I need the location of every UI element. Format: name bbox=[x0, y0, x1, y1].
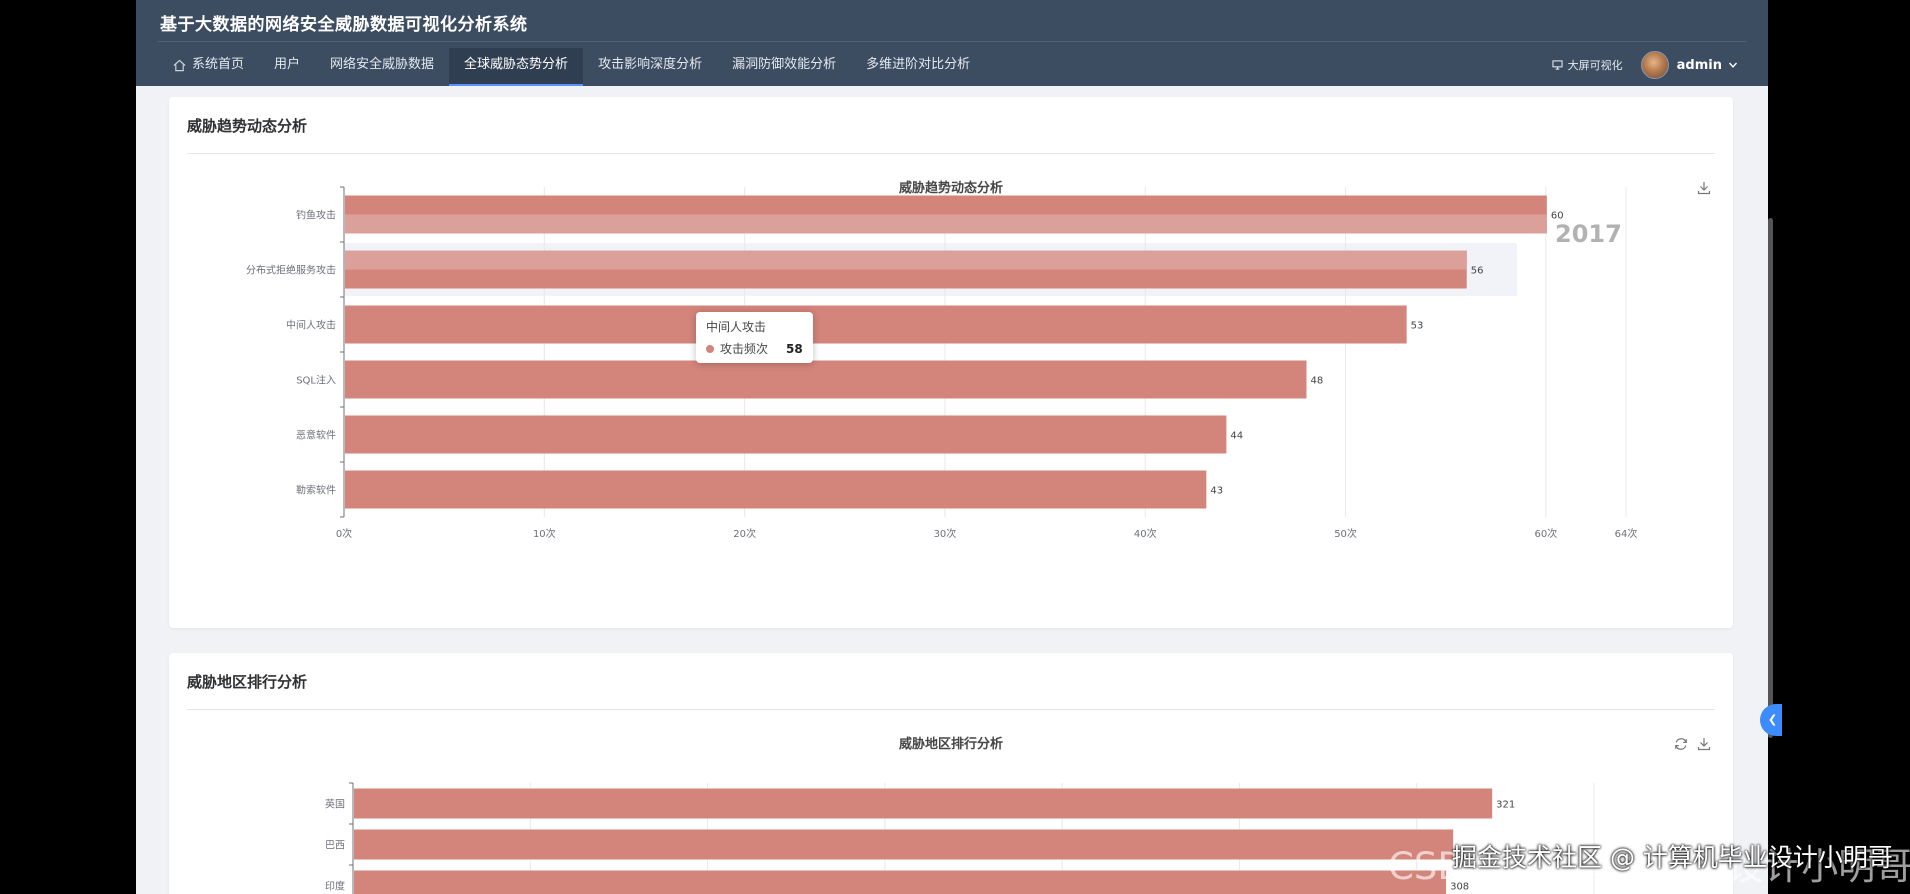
nav-item-vuln-defense[interactable]: 漏洞防御效能分析 bbox=[717, 48, 851, 86]
card-threat-trend: 威胁趋势动态分析 威胁趋势动态分析 0次 10次 20次 30次 40次 50次 60次 64… bbox=[169, 97, 1733, 628]
tooltip-title: 中间人攻击 bbox=[706, 320, 767, 334]
nav-label: 网络安全威胁数据 bbox=[330, 57, 435, 72]
bar-value-label: 43 bbox=[1210, 486, 1223, 497]
y-category-label: 勒索软件 bbox=[296, 484, 336, 497]
screen-border bbox=[1768, 0, 1910, 894]
y-category-label: 分布式拒绝服务攻击 bbox=[246, 264, 336, 277]
chevron-down-icon[interactable] bbox=[1728, 60, 1738, 70]
monitor-icon bbox=[1552, 60, 1563, 70]
bar bbox=[354, 788, 1493, 819]
x-tick-label: 64次 bbox=[1615, 527, 1638, 540]
y-category-label: 恶意软件 bbox=[296, 429, 336, 442]
page-scrollbar[interactable] bbox=[1768, 218, 1773, 738]
nav-label: 用户 bbox=[274, 57, 301, 72]
bar-highlight bbox=[345, 250, 1467, 270]
header-divider bbox=[158, 41, 1746, 42]
y-category-label: SQL注入 bbox=[296, 374, 336, 387]
y-category-label: 巴西 bbox=[325, 840, 345, 852]
x-tick-label: 0次 bbox=[336, 527, 352, 540]
y-category-label: 中间人攻击 bbox=[286, 319, 336, 332]
x-tick-label: 30次 bbox=[934, 527, 957, 540]
nav-label: 系统首页 bbox=[192, 57, 245, 72]
bar-value-label: 321 bbox=[1496, 800, 1515, 811]
x-tick-label: 40次 bbox=[1134, 527, 1157, 540]
nav-item-multi-compare[interactable]: 多维进阶对比分析 bbox=[851, 48, 985, 86]
nav-item-attack-impact[interactable]: 攻击影响深度分析 bbox=[583, 48, 717, 86]
series-dot-icon bbox=[706, 344, 714, 353]
bar-value-label: 56 bbox=[1471, 266, 1484, 277]
nav-item-users[interactable]: 用户 bbox=[259, 48, 315, 86]
chart-tooltip: 中间人攻击 攻击频次 58 bbox=[696, 312, 813, 363]
bigscreen-label: 大屏可视化 bbox=[1567, 59, 1623, 72]
x-tick-label: 50次 bbox=[1334, 527, 1357, 540]
avatar[interactable] bbox=[1640, 51, 1669, 79]
watermark-overlay: 掘金技术社区 @ 计算机毕业设计小明哥 bbox=[1452, 843, 1893, 872]
nav-item-home[interactable]: 系统首页 bbox=[158, 48, 259, 86]
nav-label: 漏洞防御效能分析 bbox=[732, 57, 837, 72]
x-tick-label: 20次 bbox=[733, 527, 756, 540]
bar-highlight bbox=[345, 214, 1547, 234]
main-nav: 系统首页 用户 网络安全威胁数据 全球威胁态势分析 攻击影响深度分析 漏洞防御效… bbox=[158, 48, 985, 86]
tooltip-value: 58 bbox=[786, 341, 803, 356]
tooltip-series: 攻击频次 bbox=[720, 342, 769, 356]
bigscreen-link[interactable]: 大屏可视化 bbox=[1552, 57, 1623, 73]
bar bbox=[354, 870, 1447, 894]
header-right: 大屏可视化 admin bbox=[1552, 50, 1738, 80]
bar bbox=[345, 415, 1227, 454]
bar-value-label: 44 bbox=[1230, 431, 1243, 442]
chevron-left-icon: ❮ bbox=[1768, 713, 1778, 726]
tooltip-row: 攻击频次 58 bbox=[706, 340, 803, 357]
app-window: 基于大数据的网络安全威胁数据可视化分析系统 系统首页 用户 网络安全威胁数据 全… bbox=[136, 0, 1768, 894]
system-title: 基于大数据的网络安全威胁数据可视化分析系统 bbox=[160, 15, 528, 35]
user-name[interactable]: admin bbox=[1677, 58, 1722, 73]
nav-label: 全球威胁态势分析 bbox=[464, 57, 569, 72]
bar-value-label: 53 bbox=[1411, 321, 1424, 332]
timeline-year-label: 2017 bbox=[1555, 220, 1622, 248]
y-category-label: 钓鱼攻击 bbox=[296, 209, 336, 222]
bar bbox=[345, 360, 1307, 399]
nav-label: 攻击影响深度分析 bbox=[598, 57, 703, 72]
bar-value-label: 48 bbox=[1311, 376, 1324, 387]
y-category-label: 印度 bbox=[325, 880, 345, 893]
x-tick-label: 10次 bbox=[533, 527, 556, 540]
bar bbox=[354, 829, 1454, 860]
bar bbox=[345, 470, 1207, 509]
top-header: 基于大数据的网络安全威胁数据可视化分析系统 系统首页 用户 网络安全威胁数据 全… bbox=[136, 0, 1768, 86]
nav-item-global-threat[interactable]: 全球威胁态势分析 bbox=[449, 48, 584, 86]
nav-item-threat-data[interactable]: 网络安全威胁数据 bbox=[315, 48, 449, 86]
bar-chart-threat-trend: 0次 10次 20次 30次 40次 50次 60次 64次钓鱼攻击 60分布式拒绝服务攻击 56… bbox=[246, 186, 1638, 540]
home-icon bbox=[173, 59, 186, 72]
x-tick-label: 60次 bbox=[1535, 527, 1558, 540]
nav-label: 多维进阶对比分析 bbox=[866, 57, 971, 72]
y-category-label: 英国 bbox=[325, 798, 345, 811]
bar bbox=[345, 305, 1407, 344]
